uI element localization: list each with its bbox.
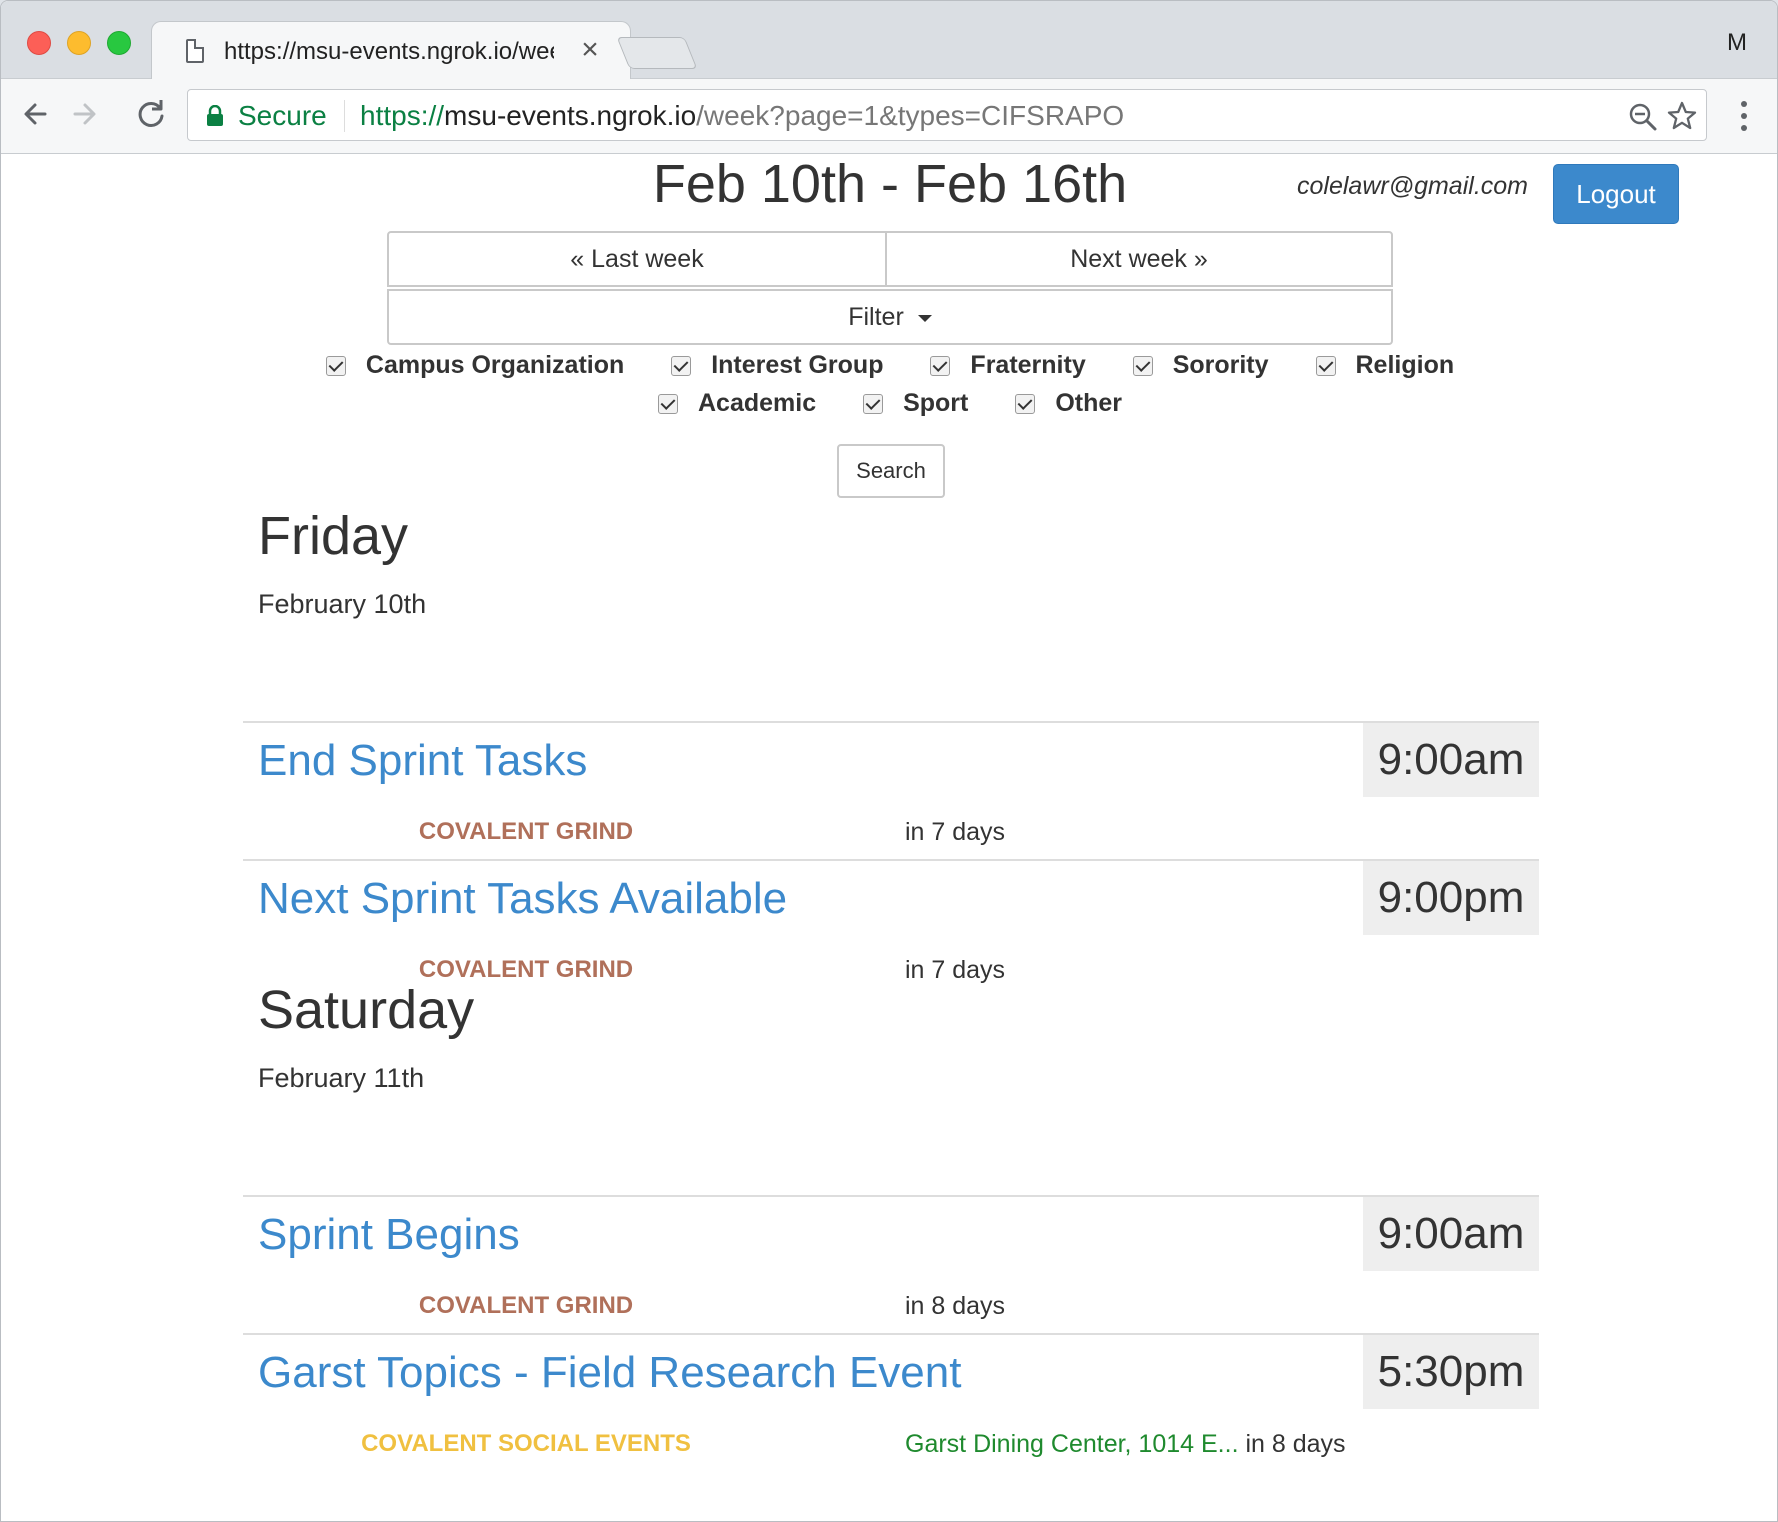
filter-checkbox-row: Campus Organization Interest Group Frate… bbox=[1, 348, 1777, 382]
event-row: Garst Topics - Field Research Event 5:30… bbox=[243, 1333, 1539, 1469]
filter-label: Academic bbox=[698, 389, 817, 417]
url-scheme: https:// bbox=[360, 100, 445, 131]
close-window-button[interactable] bbox=[27, 31, 51, 55]
address-bar[interactable]: Secure https://msu-events.ngrok.io/week?… bbox=[187, 89, 1707, 141]
event-title-link[interactable]: Next Sprint Tasks Available bbox=[258, 873, 787, 925]
filter-interest-group[interactable]: Interest Group bbox=[671, 348, 883, 382]
checkbox[interactable] bbox=[658, 394, 678, 414]
event-group[interactable]: COVALENT SOCIAL EVENTS bbox=[243, 1429, 809, 1459]
event-title-link[interactable]: End Sprint Tasks bbox=[258, 735, 587, 787]
url-host: msu-events.ngrok.io bbox=[444, 100, 697, 131]
forward-arrow-icon[interactable] bbox=[65, 94, 105, 134]
event-meta: in 8 days bbox=[905, 1291, 1005, 1321]
browser-window: https://msu-events.ngrok.io/week?page=1&… bbox=[0, 0, 1778, 1522]
tab-title: https://msu-events.ngrok.io/week?page=1&… bbox=[224, 38, 554, 65]
zoom-window-button[interactable] bbox=[107, 31, 131, 55]
event-row: End Sprint Tasks 9:00am COVALENT GRIND i… bbox=[243, 721, 1539, 857]
tab-strip: https://msu-events.ngrok.io/week?page=1&… bbox=[1, 1, 1777, 80]
page-content: Feb 10th - Feb 16th colelawr@gmail.com L… bbox=[1, 154, 1777, 1521]
user-email: colelawr@gmail.com bbox=[1297, 172, 1528, 200]
event-title-link[interactable]: Sprint Begins bbox=[258, 1209, 520, 1261]
filter-label: Campus Organization bbox=[365, 351, 625, 379]
filter-label: Interest Group bbox=[711, 351, 884, 379]
next-week-button[interactable]: Next week » bbox=[885, 231, 1393, 287]
event-time: 9:00am bbox=[1363, 723, 1539, 797]
checkbox[interactable] bbox=[1132, 356, 1153, 376]
event-group[interactable]: COVALENT GRIND bbox=[243, 817, 809, 847]
event-meta: Garst Dining Center, 1014 E... in 8 days bbox=[905, 1429, 1346, 1459]
zoom-icon[interactable] bbox=[1628, 102, 1658, 132]
filter-checkbox-row: Academic Sport Other bbox=[1, 386, 1777, 420]
filter-campus-organization[interactable]: Campus Organization bbox=[325, 348, 625, 382]
caret-down-icon bbox=[917, 314, 932, 322]
filter-label: Other bbox=[1055, 389, 1122, 417]
filter-sport[interactable]: Sport bbox=[863, 386, 968, 420]
search-button[interactable]: Search bbox=[837, 444, 945, 498]
reload-icon[interactable] bbox=[131, 94, 171, 134]
checkbox[interactable] bbox=[325, 356, 346, 376]
filter-label: Fraternity bbox=[970, 351, 1086, 379]
event-row: Next Sprint Tasks Available 9:00pm COVAL… bbox=[243, 859, 1539, 995]
event-meta: in 7 days bbox=[905, 817, 1005, 847]
page-icon bbox=[186, 39, 204, 63]
day-date: February 10th bbox=[258, 589, 427, 619]
filter-academic[interactable]: Academic bbox=[658, 386, 816, 420]
event-row: Sprint Begins 9:00am COVALENT GRIND in 8… bbox=[243, 1195, 1539, 1331]
filter-fraternity[interactable]: Fraternity bbox=[930, 348, 1086, 382]
checkbox[interactable] bbox=[1015, 394, 1036, 414]
bookmark-star-icon[interactable] bbox=[1666, 100, 1698, 132]
profile-button[interactable]: M bbox=[1727, 29, 1747, 57]
event-location[interactable]: Garst Dining Center, 1014 E... bbox=[905, 1430, 1239, 1458]
filter-other[interactable]: Other bbox=[1015, 386, 1122, 420]
event-relative-time: in 8 days bbox=[1245, 1430, 1346, 1458]
filter-sorority[interactable]: Sorority bbox=[1132, 348, 1269, 382]
omnibox-divider bbox=[344, 100, 345, 132]
filter-label: Filter bbox=[848, 303, 904, 331]
url-text[interactable]: https://msu-events.ngrok.io/week?page=1&… bbox=[360, 100, 1124, 132]
filter-label: Religion bbox=[1355, 351, 1455, 379]
back-arrow-icon[interactable] bbox=[15, 94, 55, 134]
logout-button[interactable]: Logout bbox=[1553, 164, 1679, 224]
event-group[interactable]: COVALENT GRIND bbox=[243, 1291, 809, 1321]
event-time: 9:00am bbox=[1363, 1197, 1539, 1271]
tab-close-icon[interactable]: × bbox=[576, 33, 604, 66]
day-heading: Friday bbox=[258, 506, 409, 566]
kebab-menu-icon[interactable] bbox=[1741, 101, 1749, 133]
day-date: February 11th bbox=[258, 1063, 425, 1093]
minimize-window-button[interactable] bbox=[67, 31, 91, 55]
browser-toolbar: Secure https://msu-events.ngrok.io/week?… bbox=[1, 79, 1777, 154]
event-relative-time: in 8 days bbox=[905, 1292, 1006, 1320]
checkbox[interactable] bbox=[671, 356, 692, 376]
event-relative-time: in 7 days bbox=[905, 956, 1006, 984]
event-meta: in 7 days bbox=[905, 955, 1005, 985]
filter-religion[interactable]: Religion bbox=[1315, 348, 1455, 382]
filter-label: Sorority bbox=[1172, 351, 1269, 379]
filter-label: Sport bbox=[903, 389, 969, 417]
day-heading: Saturday bbox=[258, 980, 475, 1040]
browser-tab[interactable]: https://msu-events.ngrok.io/week?page=1&… bbox=[151, 21, 631, 80]
event-time: 9:00pm bbox=[1363, 861, 1539, 935]
checkbox[interactable] bbox=[863, 394, 884, 414]
new-tab-button[interactable] bbox=[616, 37, 698, 69]
checkbox[interactable] bbox=[930, 356, 951, 376]
event-title-link[interactable]: Garst Topics - Field Research Event bbox=[258, 1347, 961, 1399]
event-relative-time: in 7 days bbox=[905, 818, 1006, 846]
secure-label: Secure bbox=[238, 100, 327, 131]
event-time: 5:30pm bbox=[1363, 1335, 1539, 1409]
lock-icon bbox=[207, 105, 223, 126]
last-week-button[interactable]: « Last week bbox=[387, 231, 887, 287]
checkbox[interactable] bbox=[1315, 356, 1336, 376]
url-path: /week?page=1&types=CIFSRAPO bbox=[696, 100, 1125, 131]
filter-dropdown-button[interactable]: Filter bbox=[387, 289, 1393, 345]
